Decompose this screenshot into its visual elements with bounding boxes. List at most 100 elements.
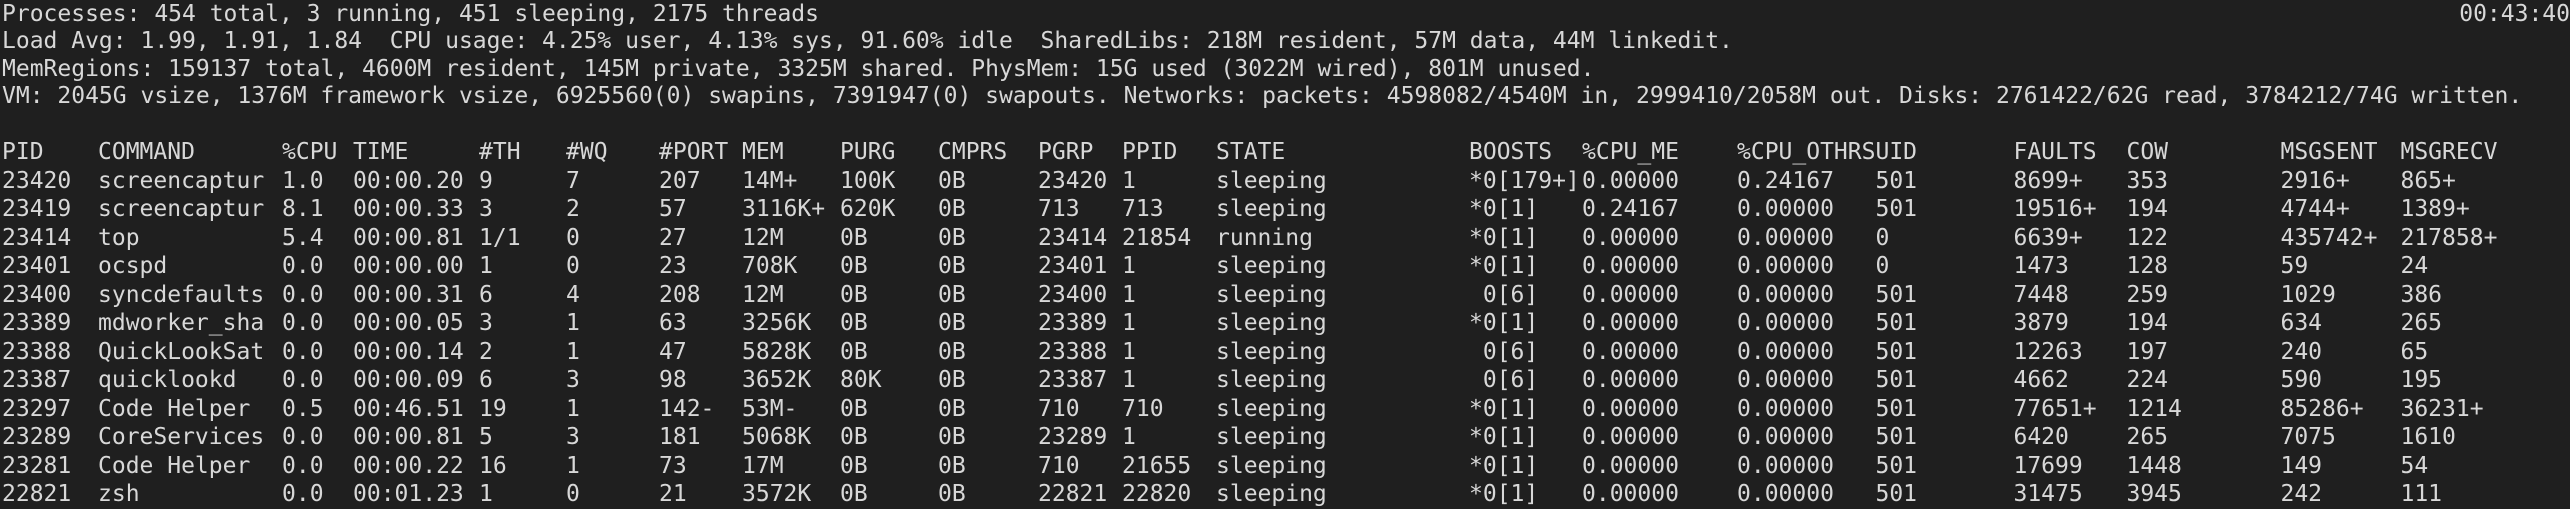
cell-faults: 8699+: [2013, 167, 2083, 194]
cell-th: 3: [479, 310, 493, 336]
cell-msgsent: 634: [2280, 310, 2323, 336]
cell-purg: 0B: [840, 481, 868, 507]
cell-cow: 259: [2126, 281, 2169, 308]
cell-msgrecv: 54: [2400, 452, 2429, 479]
cell-uid: 501: [1875, 452, 1918, 479]
cell-purg: 0B: [840, 253, 868, 279]
cell-port: 181: [659, 424, 701, 450]
column-header-purg: PURG: [840, 139, 896, 165]
cell-pgrp: 713: [1038, 196, 1080, 222]
column-header-msgsent: MSGSENT: [2280, 139, 2378, 165]
cell-cow: 1448: [2126, 452, 2182, 479]
cell-msgsent: 1029: [2280, 281, 2336, 308]
table-row: 23414 top 5.4 00:00.81 1/1 0 27 12M 0B 0B 23414 218…: [2, 224, 2520, 253]
cell-pid: 23400: [2, 281, 72, 308]
cell-cpu-me: 0.00000: [1582, 395, 1679, 422]
cell-cpu: 1.0: [282, 167, 324, 194]
cell-command: mdworker_sha: [98, 310, 265, 336]
cell-th: 3: [479, 196, 493, 222]
column-header-msgrecv: MSGRECV: [2400, 139, 2498, 165]
table-body: 23420 screencaptur 1.0 00:00.20 9 7 207 14M+ 100…: [2, 167, 2520, 509]
cell-cpu-me: 0.00000: [1582, 310, 1679, 336]
cell-time: 00:00.81: [353, 224, 464, 251]
cell-ppid: 21854: [1122, 224, 1192, 251]
cell-faults: 31475: [2013, 481, 2083, 507]
table-row: 23387 quicklookd 0.0 00:00.09 6 3 98 3652K 80K 0B…: [2, 366, 2520, 395]
table-row: 23420 screencaptur 1.0 00:00.20 9 7 207 14M+ 100…: [2, 167, 2520, 196]
cell-faults: 19516+: [2013, 196, 2097, 222]
column-header-uid: UID: [1875, 139, 1918, 165]
cell-cow: 353: [2126, 167, 2169, 194]
cell-state: sleeping: [1216, 281, 1327, 308]
cell-purg: 0B: [840, 395, 868, 422]
cell-command: QuickLookSat: [98, 338, 265, 365]
cell-port: 98: [659, 367, 687, 393]
cell-faults: 17699: [2013, 452, 2083, 479]
cell-uid: 501: [1875, 481, 1918, 507]
column-header-pgrp: PGRP: [1038, 139, 1094, 165]
cell-port: 23: [659, 253, 687, 279]
cell-wq: 3: [566, 367, 580, 393]
cell-cmprs: 0B: [938, 310, 966, 336]
cell-purg: 0B: [840, 281, 868, 308]
cell-th: 6: [479, 367, 493, 393]
cell-pid: 23414: [2, 224, 72, 251]
cell-cpu: 8.1: [282, 196, 324, 222]
table-header-row: PID COMMAND %CPU TIME #TH #WQ #PORT MEM PURG CMPR…: [2, 138, 2520, 167]
cell-command: CoreServices: [98, 424, 265, 450]
cell-time: 00:00.33: [353, 196, 464, 222]
cell-pid: 23389: [2, 310, 72, 336]
cell-cpu-me: 0.00000: [1582, 167, 1679, 194]
cell-cmprs: 0B: [938, 253, 966, 279]
cell-msgrecv: 265: [2400, 310, 2443, 336]
cell-state: sleeping: [1216, 424, 1327, 450]
cell-cpu-me: 0.24167: [1582, 196, 1679, 222]
cell-cpu: 0.0: [282, 481, 324, 507]
cell-state: sleeping: [1216, 167, 1327, 194]
cell-boosts: 0[6]: [1469, 338, 1539, 365]
cell-wq: 4: [566, 281, 580, 308]
cell-uid: 501: [1875, 338, 1918, 365]
cell-ppid: 1: [1122, 253, 1136, 279]
cell-boosts: *0[1]: [1469, 452, 1539, 479]
cell-boosts: *0[1]: [1469, 196, 1539, 222]
cell-uid: 501: [1875, 196, 1918, 222]
cell-cow: 1214: [2126, 395, 2182, 422]
column-header-cow: COW: [2126, 139, 2169, 165]
column-header-command: COMMAND: [98, 139, 195, 165]
cell-pid: 23420: [2, 167, 72, 194]
cell-port: 73: [659, 452, 687, 479]
cell-boosts: *0[1]: [1469, 424, 1539, 450]
cell-cmprs: 0B: [938, 452, 966, 479]
cell-wq: 0: [566, 253, 580, 279]
cell-cpu: 0.0: [282, 367, 324, 393]
cell-command: quicklookd: [98, 367, 237, 393]
cell-time: 00:00.09: [353, 367, 464, 393]
cell-msgsent: 2916+: [2280, 167, 2350, 194]
cell-uid: 501: [1875, 424, 1918, 450]
cell-time: 00:00.20: [353, 167, 464, 194]
cell-cpu: 0.0: [282, 281, 324, 308]
cell-cpu-othrs: 0.00000: [1737, 224, 1834, 251]
cell-ppid: 1: [1122, 167, 1136, 194]
cell-ppid: 22820: [1122, 481, 1192, 507]
cell-boosts: *0[1]: [1469, 481, 1539, 507]
cell-th: 1: [479, 253, 493, 279]
cell-uid: 501: [1875, 310, 1918, 336]
cell-uid: 0: [1875, 253, 1890, 279]
column-header-th: #TH: [479, 139, 521, 165]
cell-cpu-me: 0.00000: [1582, 481, 1679, 507]
cell-cpu-othrs: 0.00000: [1737, 253, 1834, 279]
cell-msgsent: 4744+: [2280, 196, 2350, 222]
cell-faults: 6420: [2013, 424, 2069, 450]
table-row: 22821 zsh 0.0 00:01.23 1 0 21 3572K 0B 0B 22821 228…: [2, 480, 2520, 509]
cell-time: 00:00.81: [353, 424, 464, 450]
cell-msgsent: 149: [2280, 452, 2323, 479]
cell-command: Code Helper: [98, 452, 251, 479]
cell-th: 19: [479, 395, 507, 422]
cell-mem: 5828K: [742, 338, 812, 365]
cell-msgsent: 242: [2280, 481, 2323, 507]
cell-cow: 3945: [2126, 481, 2182, 507]
cell-faults: 1473: [2013, 253, 2069, 279]
cell-cpu-othrs: 0.00000: [1737, 395, 1834, 422]
